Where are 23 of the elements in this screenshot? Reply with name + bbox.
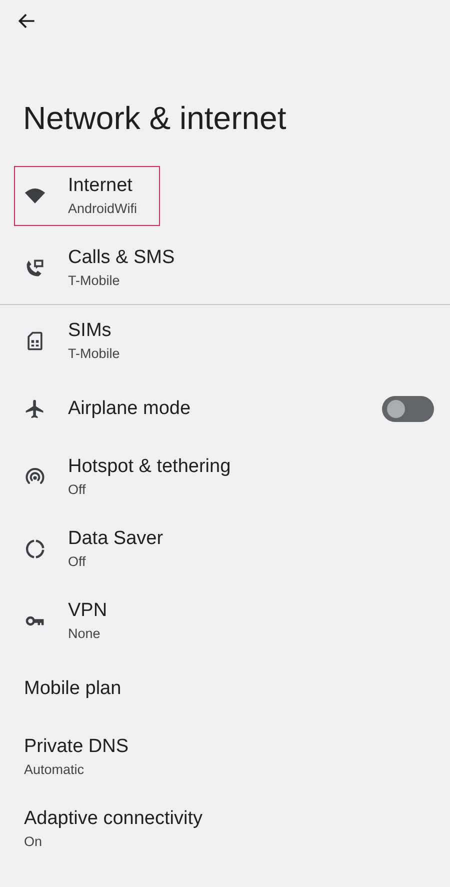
- setting-title[interactable]: SIMs: [68, 319, 120, 343]
- setting-title[interactable]: Internet: [68, 174, 138, 198]
- setting-summary: Automatic: [24, 761, 86, 779]
- toggle-switch[interactable]: [382, 396, 434, 422]
- setting-summary: Off: [68, 481, 87, 499]
- page-title: Network & internet: [23, 99, 288, 138]
- setting-summary: T-Mobile: [68, 272, 121, 290]
- setting-summary: Off: [68, 553, 87, 571]
- setting-summary: None: [68, 625, 102, 643]
- setting-title[interactable]: Private DNS: [24, 735, 129, 759]
- setting-title[interactable]: Data Saver: [68, 527, 164, 551]
- setting-summary: On: [24, 833, 44, 851]
- phone-message-icon: [24, 257, 46, 279]
- setting-title[interactable]: VPN: [68, 599, 108, 623]
- setting-title[interactable]: Adaptive connectivity: [24, 807, 202, 831]
- setting-title[interactable]: Calls & SMS: [68, 246, 175, 270]
- setting-summary: T-Mobile: [68, 345, 120, 363]
- data-saver-icon: [24, 538, 46, 560]
- setting-summary: AndroidWifi: [68, 200, 138, 218]
- airplane-icon: [24, 398, 46, 420]
- setting-title[interactable]: Mobile plan: [24, 677, 122, 701]
- setting-title[interactable]: Airplane mode: [68, 397, 191, 421]
- setting-title[interactable]: Hotspot & tethering: [68, 455, 231, 479]
